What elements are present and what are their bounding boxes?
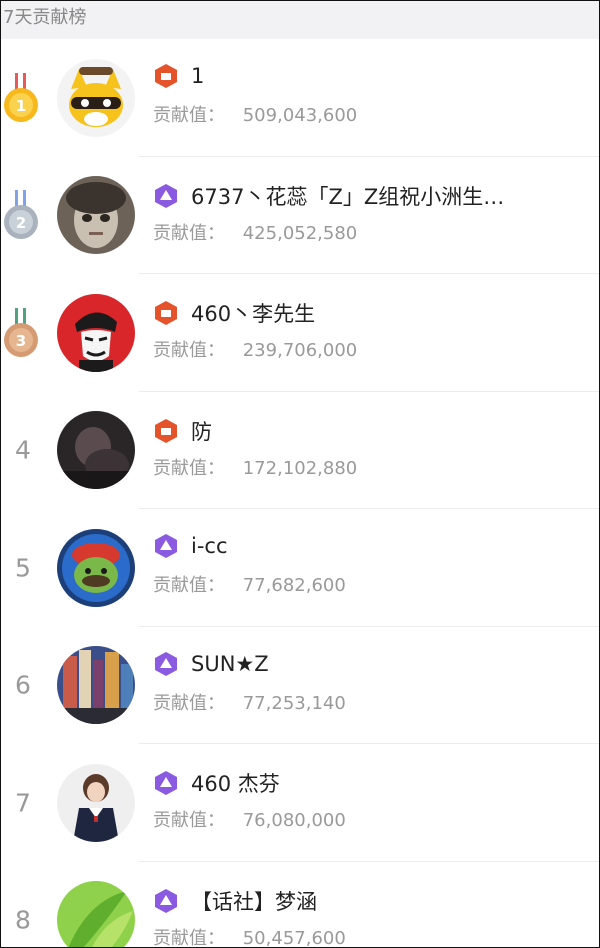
rank-indicator: 8 [1, 862, 47, 948]
avatar[interactable] [57, 58, 135, 137]
user-name: 460 杰芬 [191, 772, 280, 796]
ranking-row[interactable]: 2 6737丶花蕊「Z」Z组祝小洲生… 贡献值： 425,052,580 [1, 157, 599, 275]
user-name: 防 [191, 419, 212, 444]
level-badge-icon [155, 301, 177, 325]
svg-text:1: 1 [16, 97, 26, 115]
score-label: 贡献值： [153, 340, 225, 361]
rank-number: 5 [15, 553, 31, 583]
ranking-row[interactable]: 7 460 杰芬 贡献值： 76,080,000 [1, 744, 599, 862]
score-label: 贡献值： [153, 222, 225, 244]
level-badge-icon [155, 534, 177, 558]
contribution-ranking-panel: 7天贡献榜 1 1 贡献值： 509,043,600 2 6737丶花蕊「Z」Z… [0, 0, 600, 948]
gold-medal-icon: 1 [4, 72, 38, 122]
level-badge-icon [155, 771, 177, 795]
user-name: 6737丶花蕊「Z」Z组祝小洲生… [191, 184, 505, 209]
rank-indicator: 4 [1, 392, 47, 510]
avatar[interactable] [57, 528, 135, 607]
score-value: 172,102,880 [242, 457, 358, 479]
level-badge-icon [155, 64, 177, 88]
rank-indicator: 2 [1, 157, 47, 275]
ranking-row[interactable]: 3 460丶李先生 贡献值： 239,706,000 [1, 274, 599, 392]
avatar[interactable] [57, 176, 135, 255]
rank-indicator: 7 [1, 744, 47, 862]
ranking-row[interactable]: 1 1 贡献值： 509,043,600 [1, 39, 599, 157]
score-label: 贡献值： [153, 692, 225, 714]
rank-number: 4 [15, 435, 31, 465]
score-label: 贡献值： [153, 457, 225, 479]
user-name: 【话社】梦涵 [191, 889, 317, 914]
svg-text:3: 3 [16, 332, 26, 350]
score-value: 50,457,600 [242, 927, 346, 948]
user-name: SUN★Z [191, 651, 269, 676]
avatar[interactable] [57, 763, 135, 842]
rank-number: 6 [15, 670, 31, 700]
score-label: 贡献值： [153, 575, 225, 596]
rank-number: 7 [15, 788, 31, 818]
level-badge-icon [155, 651, 177, 676]
user-name: 1 [191, 64, 205, 88]
bronze-medal-icon: 3 [4, 307, 38, 357]
user-name: i-cc [191, 534, 228, 558]
avatar[interactable] [57, 411, 135, 490]
rank-indicator: 3 [1, 274, 47, 392]
level-badge-icon [155, 418, 177, 443]
score-value: 239,706,000 [242, 340, 358, 361]
ranking-list: 1 1 贡献值： 509,043,600 2 6737丶花蕊「Z」Z组祝小洲生…… [1, 39, 599, 948]
user-name: 460丶李先生 [191, 302, 316, 326]
score-value: 76,080,000 [242, 810, 346, 831]
level-badge-icon [155, 183, 177, 208]
rank-indicator: 1 [1, 39, 47, 157]
rank-indicator: 5 [1, 509, 47, 627]
avatar[interactable] [57, 646, 135, 725]
score-value: 77,682,600 [242, 575, 346, 596]
score-value: 77,253,140 [242, 692, 346, 714]
silver-medal-icon: 2 [4, 190, 38, 240]
score-value: 425,052,580 [242, 222, 358, 244]
score-label: 贡献值： [153, 105, 225, 126]
ranking-row[interactable]: 4 防 贡献值： 172,102,880 [1, 392, 599, 510]
ranking-row[interactable]: 8 【话社】梦涵 贡献值： 50,457,600 [1, 862, 599, 948]
score-value: 509,043,600 [242, 105, 358, 126]
avatar[interactable] [57, 293, 135, 372]
score-label: 贡献值： [153, 810, 225, 831]
ranking-row[interactable]: 6 SUN★Z 贡献值： 77,253,140 [1, 627, 599, 745]
avatar[interactable] [57, 881, 135, 947]
panel-header: 7天贡献榜 [1, 1, 599, 39]
rank-indicator: 6 [1, 627, 47, 745]
svg-text:2: 2 [16, 214, 26, 232]
level-badge-icon [155, 888, 177, 913]
score-label: 贡献值： [153, 927, 225, 948]
rank-number: 8 [15, 905, 31, 935]
page-title: 7天贡献榜 [3, 7, 87, 28]
ranking-row[interactable]: 5 i-cc 贡献值： 77,682,600 [1, 509, 599, 627]
